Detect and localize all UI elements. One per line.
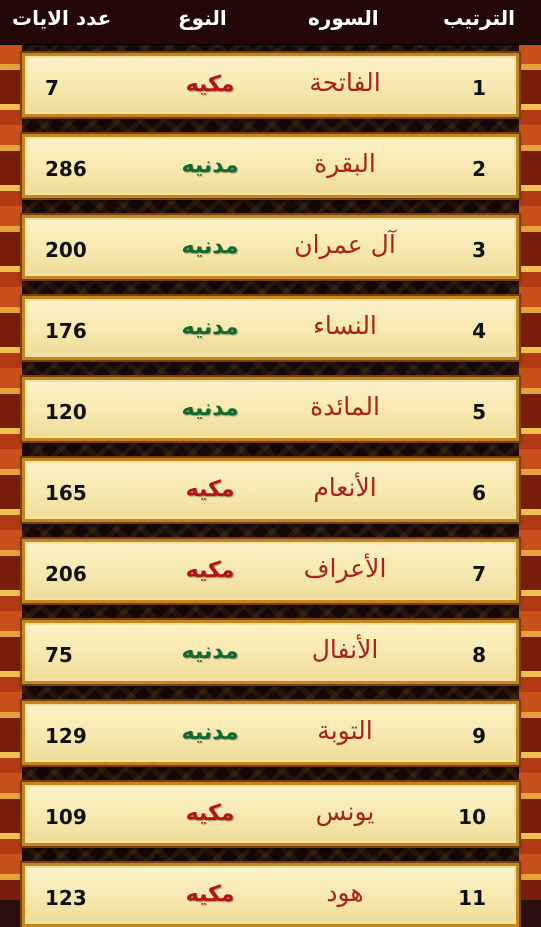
table-header: عدد الايات النوع السوره الترتيب — [0, 0, 541, 45]
surah-order: 4 — [472, 319, 486, 343]
surah-order: 5 — [472, 400, 486, 424]
surah-order: 1 — [472, 76, 486, 100]
verse-count: 7 — [45, 76, 59, 100]
header-type: النوع — [178, 6, 227, 30]
surah-name: المائدة — [310, 392, 380, 421]
surah-name: البقرة — [314, 149, 376, 178]
surah-type: مكيه — [185, 477, 235, 502]
surah-type: مدنيه — [181, 153, 239, 178]
header-order: الترتيب — [443, 6, 515, 30]
surah-name: آل عمران — [294, 230, 396, 259]
verse-count: 129 — [45, 724, 87, 748]
surah-type: مدنيه — [181, 315, 239, 340]
verse-count: 109 — [45, 805, 87, 829]
surah-type: مكيه — [185, 558, 235, 583]
surah-row-1[interactable]: 7 مكيه الفاتحة 1 — [22, 53, 519, 117]
surah-order: 8 — [472, 643, 486, 667]
verse-count: 206 — [45, 562, 87, 586]
surah-type: مكيه — [185, 801, 235, 826]
surah-row-7[interactable]: 206 مكيه الأعراف 7 — [22, 539, 519, 603]
verse-count: 123 — [45, 886, 87, 910]
surah-row-8[interactable]: 75 مدنيه الأنفال 8 — [22, 620, 519, 684]
surah-name: يونس — [315, 797, 375, 826]
surah-name: التوبة — [317, 716, 373, 745]
verse-count: 120 — [45, 400, 87, 424]
surah-order: 10 — [458, 805, 486, 829]
surah-order: 3 — [472, 238, 486, 262]
verse-count: 75 — [45, 643, 73, 667]
surah-order: 2 — [472, 157, 486, 181]
verse-count: 200 — [45, 238, 87, 262]
surah-row-3[interactable]: 200 مدنيه آل عمران 3 — [22, 215, 519, 279]
surah-name: الأنفال — [311, 635, 379, 664]
surah-row-2[interactable]: 286 مدنيه البقرة 2 — [22, 134, 519, 198]
surah-row-10[interactable]: 109 مكيه يونس 10 — [22, 782, 519, 846]
header-verse-count: عدد الايات — [12, 6, 112, 30]
surah-type: مدنيه — [181, 396, 239, 421]
header-surah-name: السوره — [308, 6, 379, 30]
surah-order: 6 — [472, 481, 486, 505]
verse-count: 286 — [45, 157, 87, 181]
surah-type: مكيه — [185, 882, 235, 907]
surah-row-4[interactable]: 176 مدنيه النساء 4 — [22, 296, 519, 360]
surah-name: هود — [326, 878, 364, 907]
surah-name: الفاتحة — [309, 68, 381, 97]
surah-type: مدنيه — [181, 234, 239, 259]
surah-type: مدنيه — [181, 720, 239, 745]
surah-type: مدنيه — [181, 639, 239, 664]
surah-row-11[interactable]: 123 مكيه هود 11 — [22, 863, 519, 927]
surah-order: 7 — [472, 562, 486, 586]
surah-name: النساء — [313, 311, 377, 340]
verse-count: 165 — [45, 481, 87, 505]
surah-row-5[interactable]: 120 مدنيه المائدة 5 — [22, 377, 519, 441]
surah-row-9[interactable]: 129 مدنيه التوبة 9 — [22, 701, 519, 765]
surah-name: الأعراف — [303, 554, 387, 583]
surah-row-6[interactable]: 165 مكيه الأنعام 6 — [22, 458, 519, 522]
surah-order: 9 — [472, 724, 486, 748]
surah-order: 11 — [458, 886, 486, 910]
surah-type: مكيه — [185, 72, 235, 97]
surah-name: الأنعام — [313, 473, 377, 502]
surah-list[interactable]: 7 مكيه الفاتحة 1 286 مدنيه البقرة 2 200 … — [0, 44, 541, 927]
verse-count: 176 — [45, 319, 87, 343]
